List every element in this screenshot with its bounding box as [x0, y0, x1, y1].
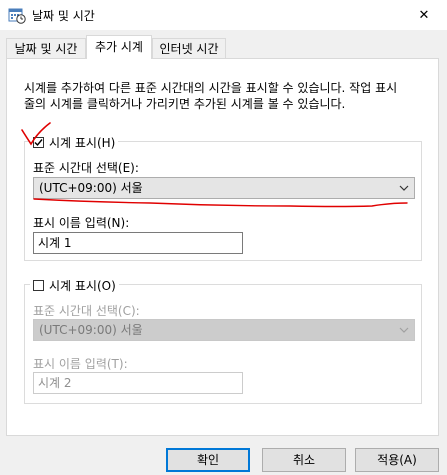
tab-internet-time[interactable]: 인터넷 시간 — [152, 38, 226, 58]
clock2-show-label: 시계 표시(O) — [49, 279, 116, 293]
clock2-show-checkbox[interactable]: 시계 표시(O) — [30, 277, 119, 294]
description-line: 줄의 시계를 클릭하거나 가리키면 추가된 시계를 볼 수 있습니다. — [24, 97, 346, 111]
clock2-name-value: 시계 2 — [38, 376, 72, 390]
chevron-down-icon — [399, 185, 409, 191]
tab-additional-clocks[interactable]: 추가 시계 — [86, 35, 152, 59]
close-button[interactable]: ✕ — [401, 0, 447, 30]
window-title: 날짜 및 시간 — [32, 9, 95, 23]
clock1-name-input[interactable]: 시계 1 — [33, 232, 243, 254]
ok-button[interactable]: 확인 — [166, 448, 250, 472]
clock1-timezone-value: (UTC+09:00) 서울 — [39, 181, 143, 195]
clock1-timezone-select[interactable]: (UTC+09:00) 서울 — [33, 177, 415, 199]
tab-date-time[interactable]: 날짜 및 시간 — [6, 38, 86, 58]
checkbox-unchecked-icon[interactable] — [33, 280, 44, 291]
checkbox-checked-icon[interactable] — [33, 137, 44, 148]
clock1-name-label: 표시 이름 입력(N): — [33, 216, 130, 230]
clock1-show-checkbox[interactable]: 시계 표시(H) — [30, 134, 119, 151]
title-bar: 날짜 및 시간 ✕ — [0, 0, 447, 30]
description-line: 시계를 추가하여 다른 표준 시간대의 시간을 표시할 수 있습니다. 작업 표… — [24, 81, 398, 95]
clock2-timezone-label: 표준 시간대 선택(C): — [33, 304, 140, 318]
clock1-show-label: 시계 표시(H) — [49, 136, 116, 150]
calendar-clock-icon — [8, 8, 26, 24]
chevron-down-icon — [399, 327, 409, 333]
apply-button[interactable]: 적용(A) — [355, 448, 439, 472]
clock2-timezone-value: (UTC+09:00) 서울 — [39, 323, 143, 337]
cancel-button[interactable]: 취소 — [262, 448, 346, 472]
clock1-name-value: 시계 1 — [38, 236, 72, 250]
clock1-timezone-label: 표준 시간대 선택(E): — [33, 161, 139, 175]
description-text: 시계를 추가하여 다른 표준 시간대의 시간을 표시할 수 있습니다. 작업 표… — [24, 80, 424, 112]
clock2-name-input[interactable]: 시계 2 — [33, 372, 243, 394]
close-icon: ✕ — [418, 7, 430, 23]
clock2-name-label: 표시 이름 입력(T): — [33, 357, 128, 371]
clock2-timezone-select[interactable]: (UTC+09:00) 서울 — [33, 319, 415, 341]
